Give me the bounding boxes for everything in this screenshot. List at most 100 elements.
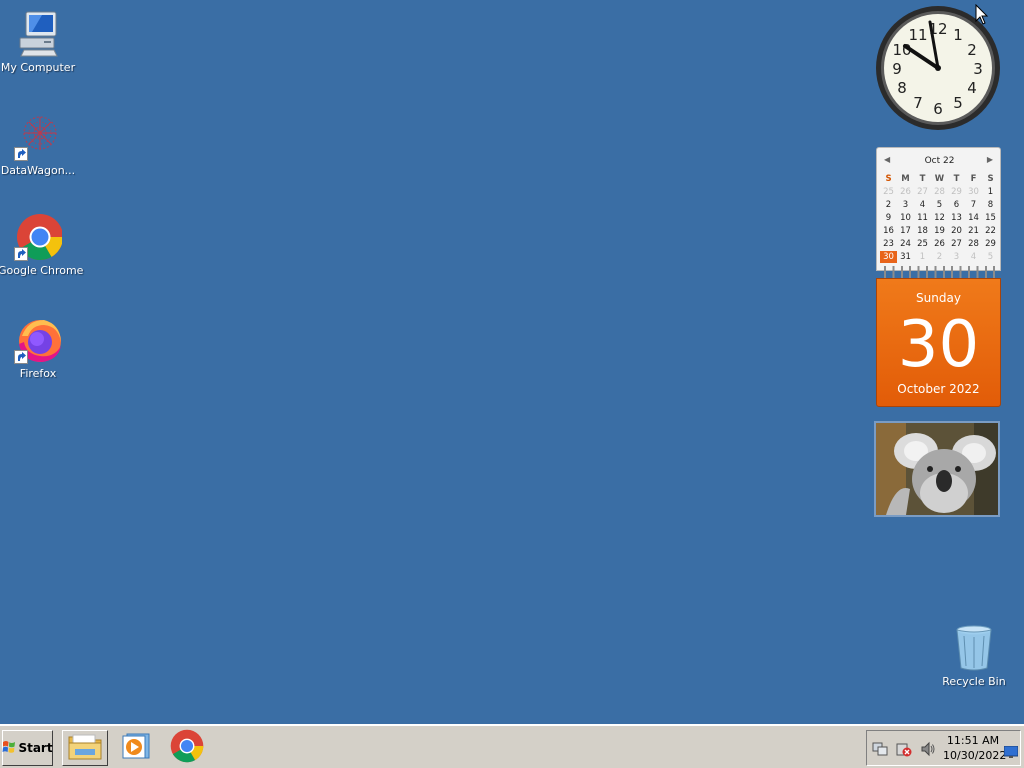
calendar-day-number: 30 [897, 308, 980, 382]
calendar-day[interactable]: 16 [880, 225, 897, 237]
calendar-day[interactable]: 12 [931, 212, 948, 224]
calendar-day[interactable]: 2 [931, 251, 948, 263]
svg-text:6: 6 [933, 100, 943, 118]
calendar-day[interactable]: 5 [931, 199, 948, 211]
calendar-day[interactable]: 3 [897, 199, 914, 211]
desktop-icon-label: DataWagon... [0, 164, 76, 177]
svg-text:2: 2 [967, 41, 977, 59]
taskbar-media-player[interactable] [113, 730, 159, 766]
calendar-day[interactable]: 28 [965, 238, 982, 250]
media-player-icon [121, 732, 151, 764]
calendar-weekday: M [901, 174, 910, 184]
calendar-day[interactable]: 1 [982, 186, 999, 198]
calendar-day[interactable]: 14 [965, 212, 982, 224]
security-icon[interactable] [896, 741, 912, 761]
calendar-day[interactable]: 1 [914, 251, 931, 263]
desktop-icon-firefox[interactable]: Firefox [0, 316, 78, 380]
calendar-day-name: Sunday [916, 291, 961, 305]
calendar-day[interactable]: 28 [931, 186, 948, 198]
calendar-day[interactable]: 18 [914, 225, 931, 237]
calendar-day[interactable]: 26 [897, 186, 914, 198]
tray-time[interactable]: 11:51 AM [943, 734, 1003, 748]
calendar-day[interactable]: 8 [982, 199, 999, 211]
system-tray: 11:51 AM 10/30/2022 [866, 730, 1021, 766]
taskbar-chrome[interactable] [164, 729, 210, 767]
calendar-today[interactable]: 30 [880, 251, 897, 263]
calendar-weekday: S [885, 174, 892, 184]
calendar-day[interactable]: 7 [965, 199, 982, 211]
tray-date[interactable]: 10/30/2022 [943, 749, 1006, 763]
chrome-icon [14, 213, 63, 261]
mouse-cursor-icon [975, 3, 989, 30]
svg-text:8: 8 [897, 79, 907, 97]
calendar-day[interactable]: 27 [948, 238, 965, 250]
desktop-icon-label: Recycle Bin [942, 675, 1006, 688]
calendar-gadget[interactable]: ◀ Oct 22 ▶ S M T W T F S 25 26 27 28 29 30 1 2 3 4 5 6 7 8 9 1… [876, 147, 1001, 407]
svg-text:3: 3 [973, 60, 983, 78]
calendar-day[interactable]: 9 [880, 212, 897, 224]
taskbar-file-explorer[interactable] [62, 730, 108, 766]
calendar-day[interactable]: 4 [965, 251, 982, 263]
koala-photo [876, 423, 998, 515]
calendar-day[interactable]: 4 [914, 199, 931, 211]
calendar-month-year: October 2022 [897, 382, 980, 396]
calendar-weekday: W [934, 174, 945, 184]
file-explorer-icon [67, 731, 103, 765]
desktop-icon-my-computer[interactable]: My Computer [0, 10, 78, 74]
calendar-day[interactable]: 20 [948, 225, 965, 237]
calendar-day[interactable]: 31 [897, 251, 914, 263]
calendar-day[interactable]: 2 [880, 199, 897, 211]
shortcut-arrow-icon [14, 350, 28, 364]
start-label: Start [18, 741, 53, 755]
slideshow-gadget[interactable] [874, 421, 1000, 517]
calendar-day[interactable]: 5 [982, 251, 999, 263]
start-button[interactable]: Start [2, 730, 53, 766]
calendar-day[interactable]: 25 [880, 186, 897, 198]
shortcut-arrow-icon [14, 247, 28, 261]
calendar-day[interactable]: 24 [897, 238, 914, 250]
desktop-icon-google-chrome[interactable]: Google Chrome [0, 213, 84, 277]
chrome-icon [170, 729, 204, 767]
calendar-day[interactable]: 29 [982, 238, 999, 250]
calendar-day[interactable]: 15 [982, 212, 999, 224]
calendar-day-view: Sunday 30 October 2022 [876, 278, 1001, 407]
calendar-weekday: F [970, 174, 977, 184]
svg-text:9: 9 [892, 60, 902, 78]
calendar-day[interactable]: 13 [948, 212, 965, 224]
calendar-weekday: T [953, 174, 960, 184]
taskbar: Start 11:51 AM 10/30/2022 [0, 724, 1024, 768]
calendar-day[interactable]: 23 [880, 238, 897, 250]
my-computer-icon [14, 10, 62, 58]
desktop-icon-datawagon[interactable]: DataWagon... [0, 113, 78, 177]
calendar-month-view: ◀ Oct 22 ▶ S M T W T F S 25 26 27 28 29 30 1 2 3 4 5 6 7 8 9 1… [876, 147, 1001, 271]
svg-text:5: 5 [953, 94, 963, 112]
calendar-day[interactable]: 19 [931, 225, 948, 237]
recycle-bin-icon [950, 624, 998, 672]
calendar-day[interactable]: 10 [897, 212, 914, 224]
calendar-month-header: Oct 22 [924, 156, 955, 166]
calendar-day[interactable]: 25 [914, 238, 931, 250]
desktop-icon-label: Firefox [19, 367, 57, 380]
calendar-day[interactable]: 21 [965, 225, 982, 237]
desktop-icon-recycle-bin[interactable]: Recycle Bin [934, 624, 1014, 688]
desktop-icon-label: My Computer [0, 61, 76, 74]
calendar-day[interactable]: 26 [931, 238, 948, 250]
calendar-day[interactable]: 17 [897, 225, 914, 237]
next-month-icon[interactable]: ▶ [987, 155, 993, 164]
calendar-day[interactable]: 3 [948, 251, 965, 263]
network-icon[interactable] [872, 741, 888, 761]
calendar-day[interactable]: 27 [914, 186, 931, 198]
svg-text:7: 7 [913, 94, 923, 112]
calendar-day[interactable]: 29 [948, 186, 965, 198]
calendar-day[interactable]: 30 [965, 186, 982, 198]
calendar-weekday: S [987, 174, 994, 184]
calendar-day[interactable]: 22 [982, 225, 999, 237]
svg-text:1: 1 [953, 26, 963, 44]
show-desktop-icon[interactable] [1003, 743, 1019, 762]
volume-icon[interactable] [920, 741, 936, 761]
calendar-grid: S M T W T F S 25 26 27 28 29 30 1 2 3 4 5 6 7 8 9 10 11 12 13 14 15… [880, 173, 999, 263]
calendar-day[interactable]: 6 [948, 199, 965, 211]
calendar-day[interactable]: 11 [914, 212, 931, 224]
desktop-icon-label: Google Chrome [0, 264, 84, 277]
windows-logo-icon [2, 740, 16, 757]
